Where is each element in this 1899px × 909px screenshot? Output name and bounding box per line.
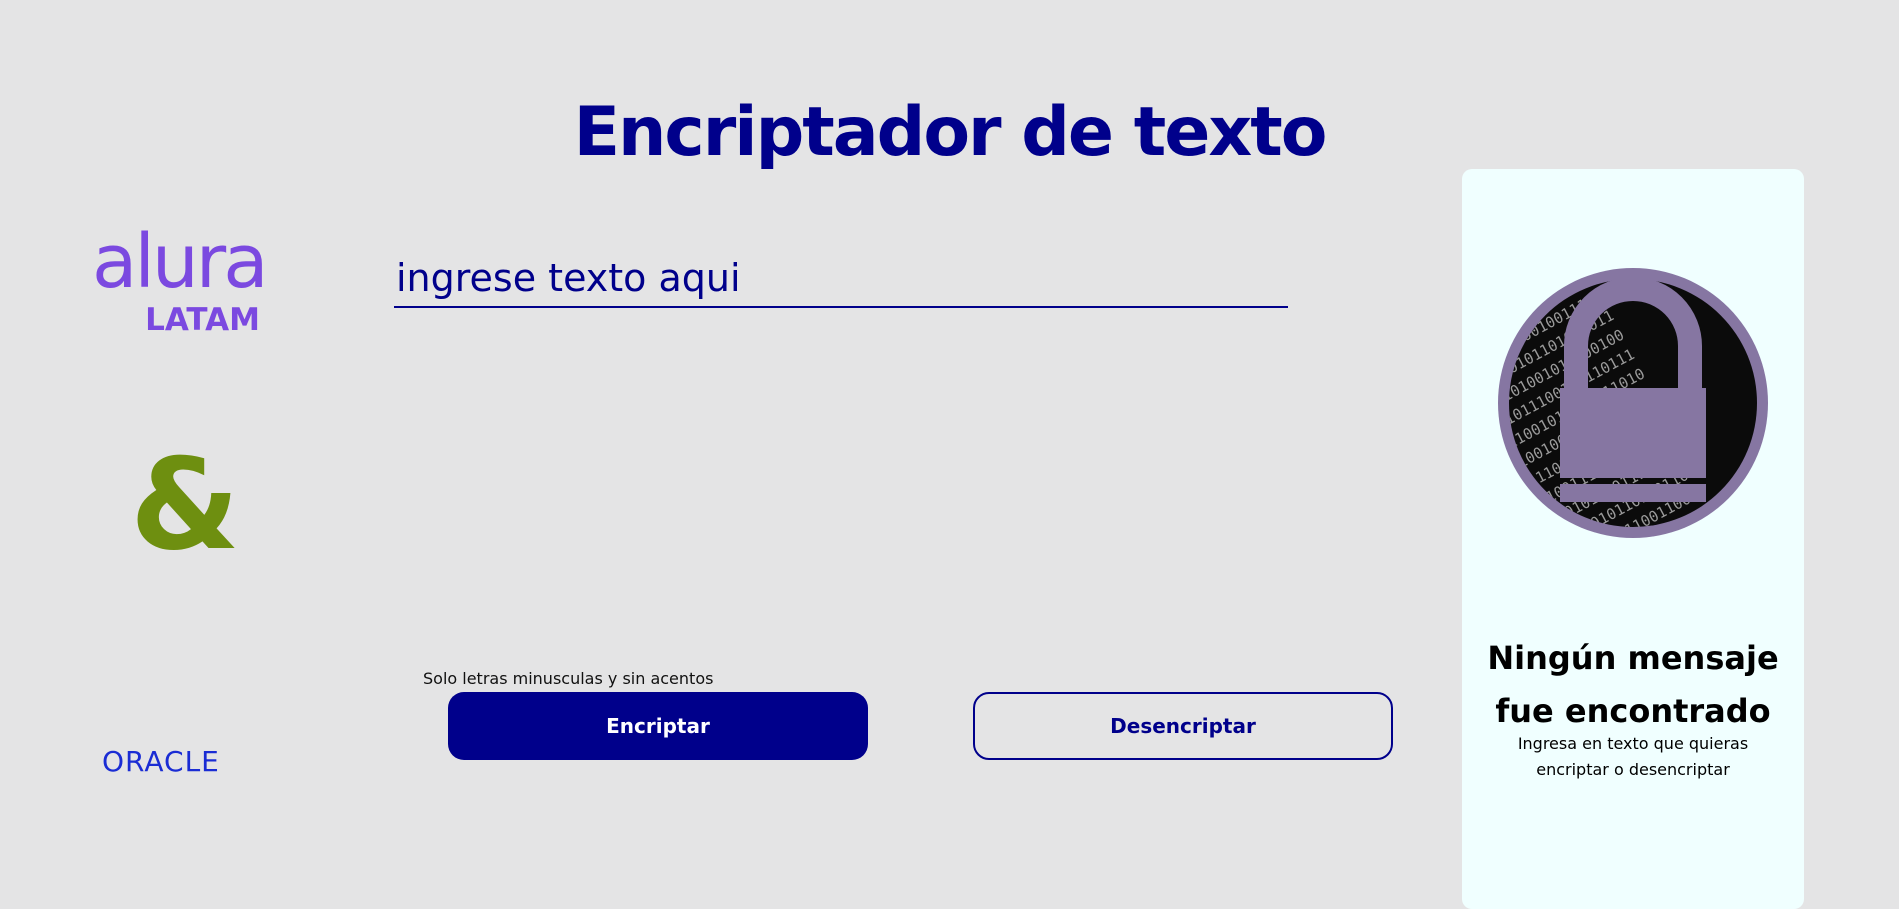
result-panel: 0110100111010010011101 10010110001011010…	[1462, 169, 1804, 909]
padlock-binary-icon: 0110100111010010011101 10010110001011010…	[1465, 268, 1768, 571]
decrypt-button[interactable]: Desencriptar	[973, 692, 1393, 760]
text-input[interactable]	[394, 250, 1288, 308]
ampersand-logo: &	[130, 431, 240, 578]
latam-logo-text: LATAM	[145, 302, 260, 338]
encrypt-button[interactable]: Encriptar	[448, 692, 868, 760]
empty-message-title: Ningún mensaje fue encontrado	[1487, 639, 1779, 730]
oracle-logo: ORACLE	[102, 745, 220, 778]
alura-logo-text: alura	[92, 219, 269, 305]
page-title: Encriptador de texto	[573, 92, 1328, 172]
hint-text: Solo letras minusculas y sin acentos	[423, 669, 714, 688]
alura-latam-logo: alura LATAM	[92, 222, 269, 340]
empty-message-description: Ingresa en texto que quieras encriptar o…	[1517, 734, 1749, 779]
